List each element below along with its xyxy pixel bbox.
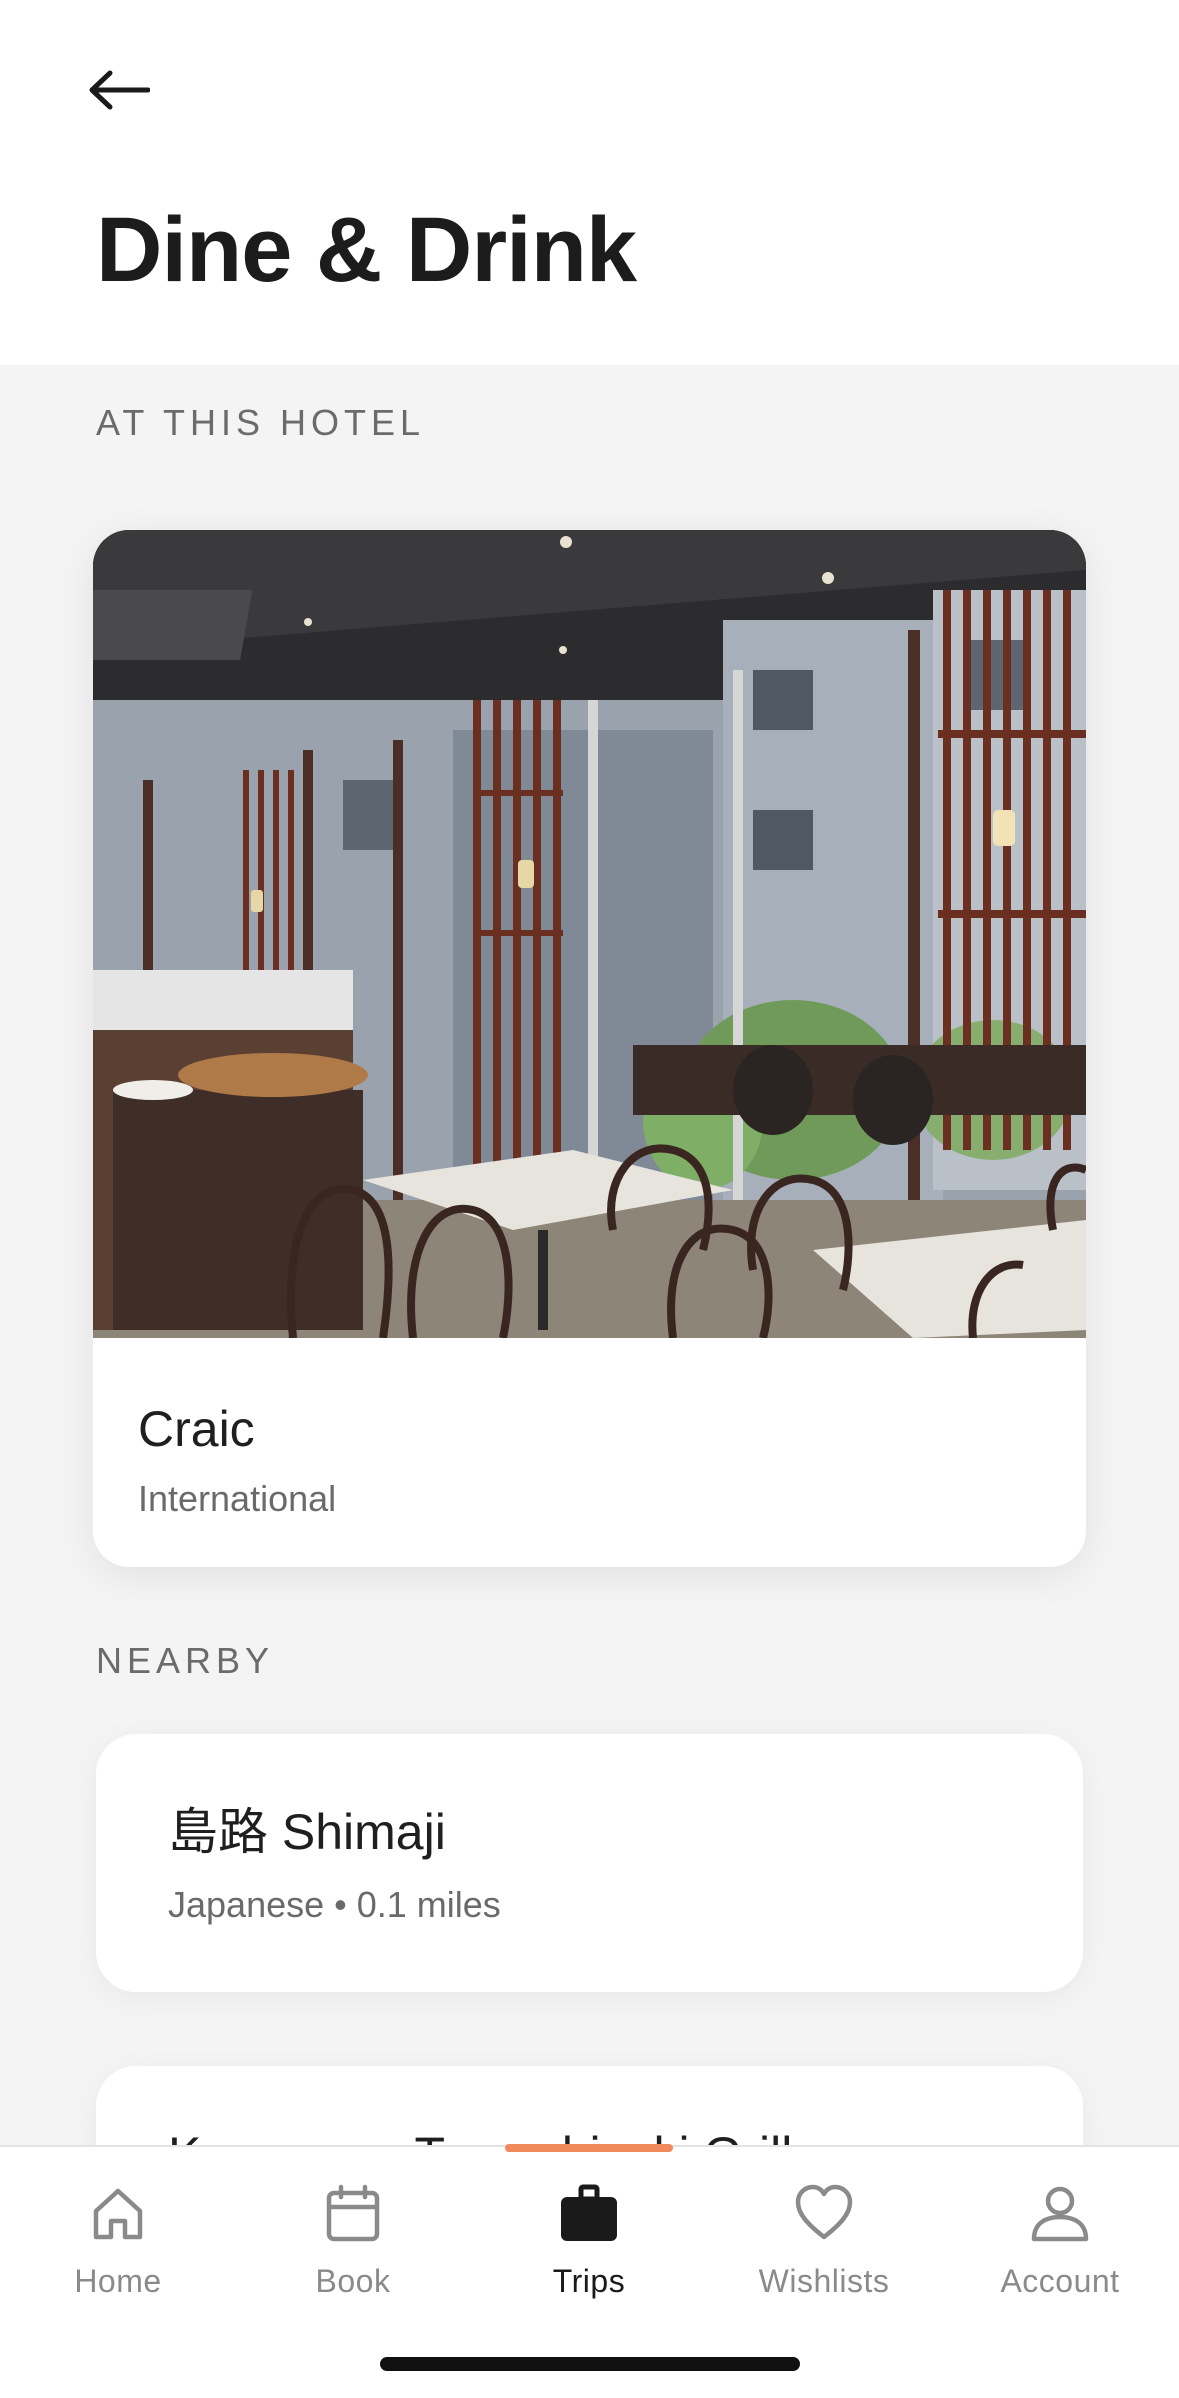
tab-book[interactable]: Book: [253, 2177, 453, 2327]
nearby-restaurant-card[interactable]: 島路 Shimaji Japanese • 0.1 miles: [96, 1734, 1083, 1992]
restaurant-photo: [93, 530, 1086, 1338]
tab-account[interactable]: Account: [960, 2177, 1160, 2327]
section-label-nearby: NEARBY: [96, 1640, 275, 1681]
page-title: Dine & Drink: [96, 199, 637, 301]
active-tab-indicator: [505, 2144, 673, 2152]
tab-label: Wishlists: [758, 2263, 890, 2299]
briefcase-icon: [561, 2184, 617, 2241]
page-header: Dine & Drink: [0, 0, 1179, 365]
home-indicator: [380, 2357, 800, 2371]
restaurant-name: Craic: [138, 1401, 255, 1457]
nearby-restaurant-name: 島路 Shimaji: [168, 1804, 446, 1860]
restaurant-cuisine: International: [138, 1478, 337, 1519]
hotel-restaurant-card[interactable]: Craic International: [93, 530, 1086, 1567]
tab-label: Trips: [552, 2263, 626, 2299]
nearby-restaurant-meta: Japanese • 0.1 miles: [168, 1884, 501, 1925]
home-icon: [93, 2188, 143, 2240]
heart-icon: [795, 2184, 853, 2240]
tab-home[interactable]: Home: [18, 2177, 218, 2327]
person-icon: [1031, 2186, 1089, 2242]
arrow-left-icon: [89, 70, 150, 110]
tab-trips[interactable]: Trips: [489, 2177, 689, 2327]
tab-wishlists[interactable]: Wishlists: [724, 2177, 924, 2327]
tab-label: Home: [74, 2263, 162, 2299]
section-label-at-this-hotel: AT THIS HOTEL: [96, 402, 426, 443]
calendar-icon: [326, 2184, 380, 2242]
tab-label: Book: [315, 2263, 391, 2299]
tab-label: Account: [1000, 2263, 1120, 2299]
back-button[interactable]: [88, 50, 178, 130]
